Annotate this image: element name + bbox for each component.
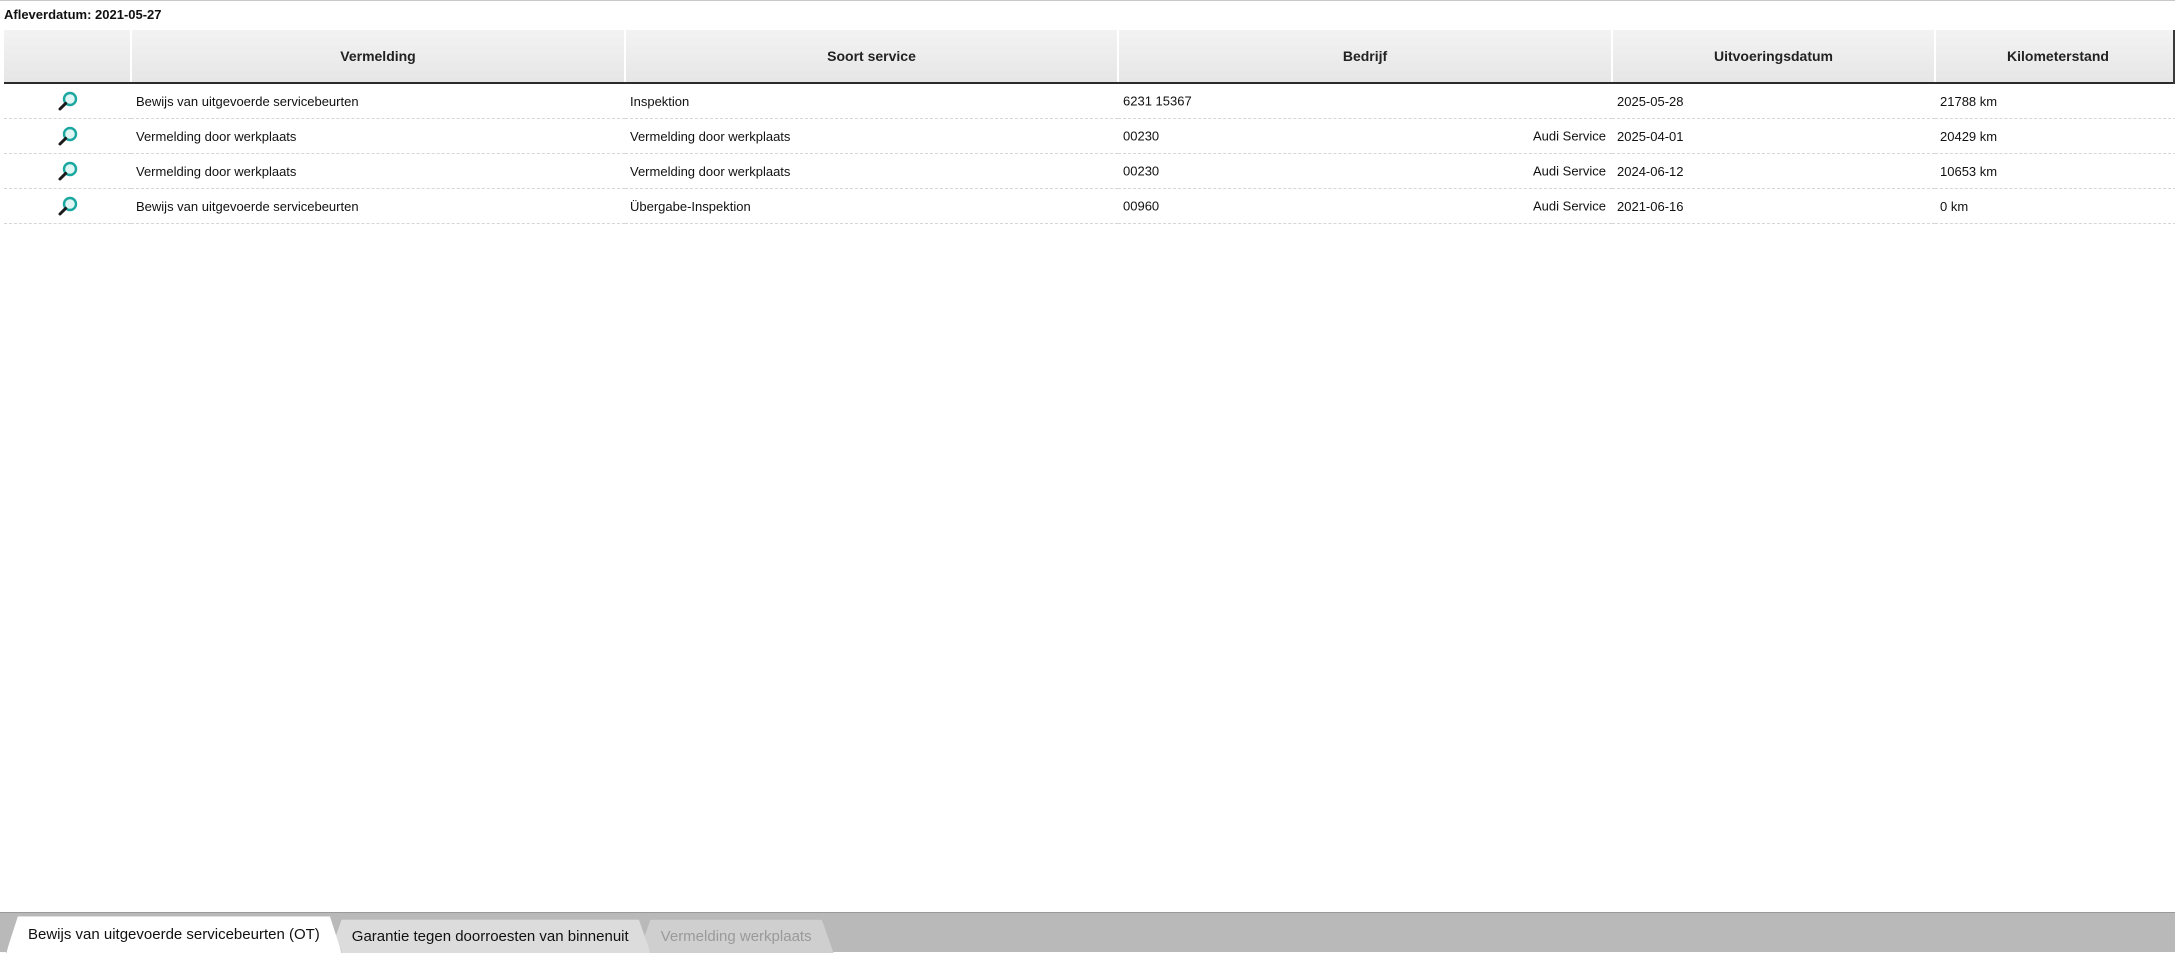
tab-label: Bewijs van uitgevoerde servicebeurten (O… <box>28 926 320 943</box>
column-header-uitvoeringsdatum[interactable]: Uitvoeringsdatum <box>1612 30 1936 84</box>
row-action-cell <box>4 118 131 154</box>
company-number: 6231 15367 <box>1123 93 1192 109</box>
cell-vermelding: Vermelding door werkplaats <box>131 118 625 154</box>
company-number: 00960 <box>1123 198 1160 214</box>
cell-bedrijf: 00230 Audi Service <box>1118 118 1612 154</box>
tab-strip: Bewijs van uitgevoerde servicebeurten (O… <box>6 913 822 953</box>
tab-bewijs-servicebeurten[interactable]: Bewijs van uitgevoerde servicebeurten (O… <box>6 916 342 953</box>
delivery-date-label: Afleverdatum: 2021-05-27 <box>4 7 162 22</box>
company-number: 00230 <box>1123 128 1160 144</box>
table-header-row: Vermelding Soort service Bedrijf Uitvoer… <box>4 30 2175 84</box>
cell-bedrijf: 6231 15367 <box>1118 83 1612 119</box>
cell-bedrijf: 00960 Audi Service <box>1118 188 1612 224</box>
magnifier-icon[interactable] <box>57 160 79 182</box>
cell-soort-service: Übergabe-Inspektion <box>625 188 1118 224</box>
table-row[interactable]: Bewijs van uitgevoerde servicebeurten In… <box>4 83 2175 119</box>
row-action-cell <box>4 153 131 189</box>
service-history-table-container: Vermelding Soort service Bedrijf Uitvoer… <box>4 30 2175 224</box>
company-name: Audi Service <box>1533 163 1606 179</box>
company-name: Audi Service <box>1533 128 1606 144</box>
row-action-cell <box>4 83 131 119</box>
table-row[interactable]: Bewijs van uitgevoerde servicebeurten Üb… <box>4 188 2175 224</box>
column-header-action <box>4 30 132 84</box>
cell-soort-service: Vermelding door werkplaats <box>625 118 1118 154</box>
cell-uitvoeringsdatum: 2025-04-01 <box>1612 118 1935 154</box>
bottom-tab-bar: Bewijs van uitgevoerde servicebeurten (O… <box>0 912 2175 953</box>
company-number: 00230 <box>1123 163 1160 179</box>
magnifier-icon[interactable] <box>57 195 79 217</box>
window-bottom-strip <box>0 952 2175 960</box>
column-header-kilometerstand[interactable]: Kilometerstand <box>1935 30 2175 84</box>
cell-vermelding: Bewijs van uitgevoerde servicebeurten <box>131 83 625 119</box>
app-window: Afleverdatum: 2021-05-27 Vermelding Soor… <box>0 0 2175 960</box>
cell-uitvoeringsdatum: 2024-06-12 <box>1612 153 1935 189</box>
cell-kilometerstand: 10653 km <box>1935 153 2175 189</box>
tab-label: Garantie tegen doorroesten van binnenuit <box>351 927 629 945</box>
magnifier-icon[interactable] <box>57 125 79 147</box>
magnifier-icon[interactable] <box>57 90 79 112</box>
cell-kilometerstand: 21788 km <box>1935 83 2175 119</box>
cell-uitvoeringsdatum: 2021-06-16 <box>1612 188 1935 224</box>
column-header-bedrijf[interactable]: Bedrijf <box>1118 30 1613 84</box>
cell-bedrijf: 00230 Audi Service <box>1118 153 1612 189</box>
cell-uitvoeringsdatum: 2025-05-28 <box>1612 83 1935 119</box>
tab-label: Vermelding werkplaats <box>660 927 812 945</box>
cell-soort-service: Inspektion <box>625 83 1118 119</box>
table-row[interactable]: Vermelding door werkplaats Vermelding do… <box>4 153 2175 189</box>
row-action-cell <box>4 188 131 224</box>
cell-vermelding: Bewijs van uitgevoerde servicebeurten <box>131 188 625 224</box>
cell-vermelding: Vermelding door werkplaats <box>131 153 625 189</box>
tab-vermelding-werkplaats: Vermelding werkplaats <box>639 919 834 953</box>
table-row[interactable]: Vermelding door werkplaats Vermelding do… <box>4 118 2175 154</box>
column-header-soort-service[interactable]: Soort service <box>625 30 1119 84</box>
cell-kilometerstand: 20429 km <box>1935 118 2175 154</box>
company-name: Audi Service <box>1533 198 1606 214</box>
cell-soort-service: Vermelding door werkplaats <box>625 153 1118 189</box>
service-history-table: Vermelding Soort service Bedrijf Uitvoer… <box>4 30 2175 224</box>
cell-kilometerstand: 0 km <box>1935 188 2175 224</box>
column-header-vermelding[interactable]: Vermelding <box>131 30 626 84</box>
tab-garantie-doorroesten[interactable]: Garantie tegen doorroesten van binnenuit <box>330 919 651 953</box>
